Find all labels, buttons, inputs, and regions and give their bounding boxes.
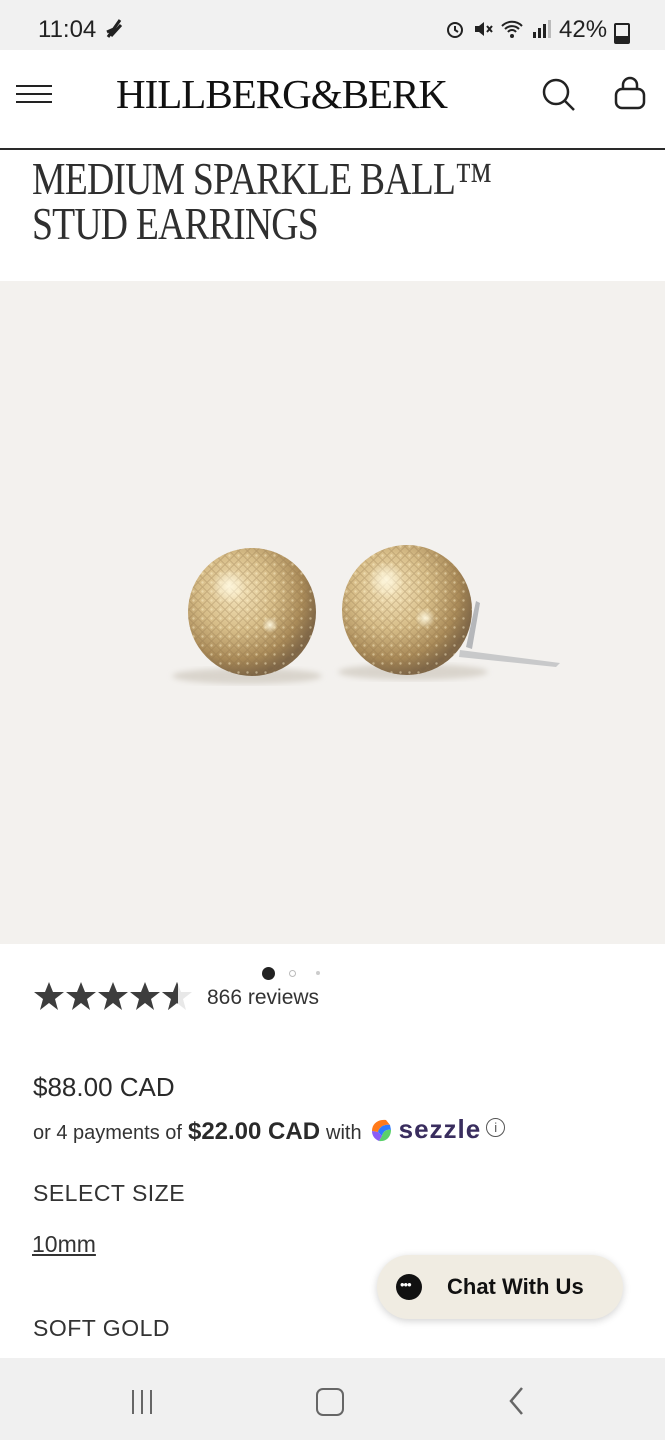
recent-apps-icon[interactable] [130,1390,156,1414]
carousel-dot-2[interactable] [289,970,296,977]
search-icon[interactable] [540,76,578,114]
product-price: $88.00 CAD [33,1072,175,1102]
earrings-illustration [172,545,560,684]
hamburger-menu-icon[interactable] [16,83,52,105]
battery-percentage: 42% [559,16,608,43]
payments-suffix: with [326,1122,362,1144]
chat-with-us-button[interactable]: Chat With Us [377,1255,623,1319]
brand-logo[interactable]: HILLBERG&BERK [116,70,448,118]
mute-icon [475,22,493,36]
reviews-count[interactable]: 866 reviews [207,986,319,1010]
product-title: MEDIUM SPARKLE BALL™ STUD EARRINGS [32,153,492,249]
back-icon[interactable] [507,1386,527,1416]
carousel-dot-1[interactable] [262,967,275,980]
notification-icon [106,19,123,38]
select-size-label: SELECT SIZE [33,1180,186,1206]
selected-color-label: SOFT GOLD [33,1315,170,1341]
battery-icon [614,23,630,44]
earrings-product-image[interactable] [0,281,665,944]
star-icon [130,982,160,1010]
rating-stars [34,982,192,1010]
chat-bubble-icon [396,1274,422,1300]
installment-amount: $22.00 CAD [187,1118,321,1145]
status-bar: 11:04 42% [0,0,665,50]
sezzle-logo[interactable]: sezzle i [368,1114,506,1145]
chat-button-label: Chat With Us [447,1274,584,1299]
installment-payments: or 4 payments of $22.00 CAD with sezzle … [33,1110,506,1146]
android-navigation-bar [0,1358,665,1440]
payments-prefix: or 4 payments of [33,1122,182,1144]
star-icon [34,982,64,1010]
alarm-icon [447,22,463,38]
size-option-10mm[interactable]: 10mm [32,1231,96,1258]
info-icon[interactable]: i [486,1118,506,1137]
signal-icon [533,20,551,38]
site-header: HILLBERG&BERK [0,50,665,150]
image-carousel-dots[interactable] [260,966,330,982]
status-icons [444,18,552,40]
shopping-bag-icon[interactable] [611,74,649,116]
wifi-icon [501,20,523,38]
star-icon [98,982,128,1010]
sezzle-logo-icon [371,1119,391,1142]
status-time: 11:04 [38,16,97,43]
star-icon [66,982,96,1010]
product-title-section: MEDIUM SPARKLE BALL™ STUD EARRINGS [32,153,642,249]
home-icon[interactable] [316,1388,344,1416]
carousel-dot-3[interactable] [316,971,320,975]
sezzle-wordmark: sezzle [398,1114,482,1144]
